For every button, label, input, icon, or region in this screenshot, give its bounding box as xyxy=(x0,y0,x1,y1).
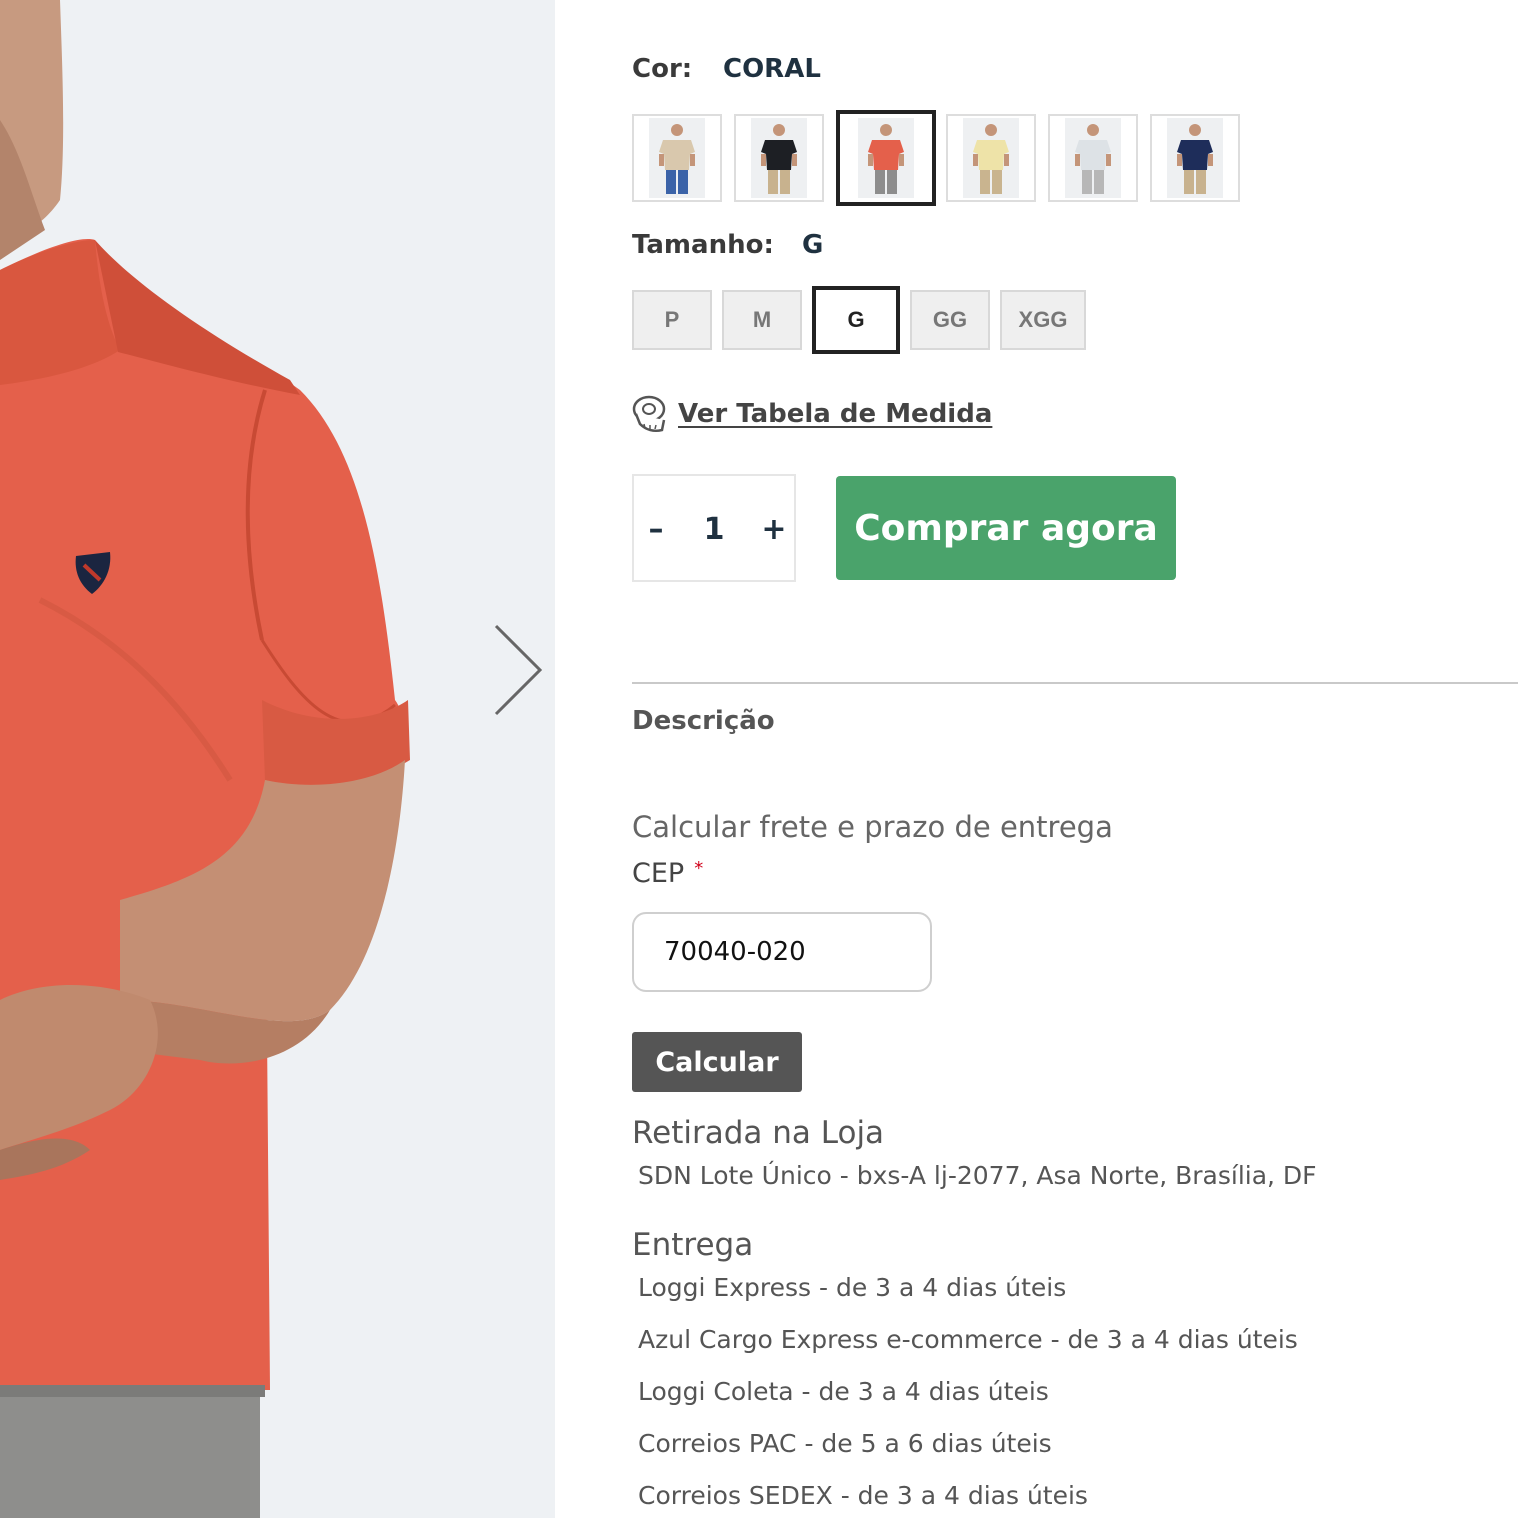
color-swatch-coral[interactable] xyxy=(836,110,936,206)
divider xyxy=(632,682,1518,684)
product-options-panel: Cor: CORAL Tamanho: G P M G GG XGG Ver T… xyxy=(632,0,1518,1518)
pickup-address: SDN Lote Único - bxs-A lj-2077, Asa Nort… xyxy=(638,1161,1317,1190)
next-image-button[interactable] xyxy=(488,620,548,720)
delivery-option: Loggi Coleta - de 3 a 4 dias úteis xyxy=(638,1377,1049,1406)
quantity-decrease-button[interactable]: – xyxy=(636,504,676,554)
color-swatch-cinza-claro[interactable] xyxy=(1048,114,1138,202)
swatch-thumbnail xyxy=(1065,118,1121,198)
measuring-tape-icon xyxy=(632,395,666,432)
swatch-thumbnail xyxy=(1167,118,1223,198)
chevron-right-icon xyxy=(494,624,543,716)
swatch-thumbnail xyxy=(649,118,705,198)
color-swatch-amarelo[interactable] xyxy=(946,114,1036,202)
quantity-stepper: – 1 + xyxy=(632,474,796,582)
color-swatch-marinho[interactable] xyxy=(1150,114,1240,202)
shipping-title: Calcular frete e prazo de entrega xyxy=(632,810,1113,844)
cep-input[interactable] xyxy=(632,912,932,992)
product-photo xyxy=(0,0,410,1518)
size-chart-link-text[interactable]: Ver Tabela de Medida xyxy=(678,399,992,429)
swatch-thumbnail xyxy=(963,118,1019,198)
delivery-option: Azul Cargo Express e-commerce - de 3 a 4… xyxy=(638,1325,1298,1354)
delivery-title: Entrega xyxy=(632,1227,754,1263)
size-option-m[interactable]: M xyxy=(722,290,802,350)
swatch-thumbnail xyxy=(858,118,914,198)
delivery-option: Correios PAC - de 5 a 6 dias úteis xyxy=(638,1429,1052,1458)
buy-now-button[interactable]: Comprar agora xyxy=(836,476,1176,580)
size-value: G xyxy=(802,230,824,260)
size-label: Tamanho: xyxy=(632,230,774,260)
required-mark: * xyxy=(694,858,704,879)
color-label: Cor: xyxy=(632,54,693,84)
pickup-title: Retirada na Loja xyxy=(632,1115,885,1151)
size-option-p[interactable]: P xyxy=(632,290,712,350)
swatch-thumbnail xyxy=(751,118,807,198)
product-image xyxy=(0,0,555,1518)
cep-label: CEP * xyxy=(632,858,703,889)
calculate-shipping-button[interactable]: Calcular xyxy=(632,1032,802,1092)
tab-description[interactable]: Descrição xyxy=(632,706,775,736)
size-option-g[interactable]: G xyxy=(812,286,900,354)
delivery-option: Correios SEDEX - de 3 a 4 dias úteis xyxy=(638,1481,1088,1510)
color-swatch-preto[interactable] xyxy=(734,114,824,202)
quantity-increase-button[interactable]: + xyxy=(754,504,794,554)
cep-label-text: CEP xyxy=(632,858,685,889)
color-value: CORAL xyxy=(723,54,821,84)
size-option-gg[interactable]: GG xyxy=(910,290,990,350)
size-chart-link[interactable]: Ver Tabela de Medida xyxy=(632,394,992,434)
delivery-option: Loggi Express - de 3 a 4 dias úteis xyxy=(638,1273,1067,1302)
color-swatch-bege[interactable] xyxy=(632,114,722,202)
quantity-value[interactable]: 1 xyxy=(694,504,734,554)
size-option-xgg[interactable]: XGG xyxy=(1000,290,1086,350)
